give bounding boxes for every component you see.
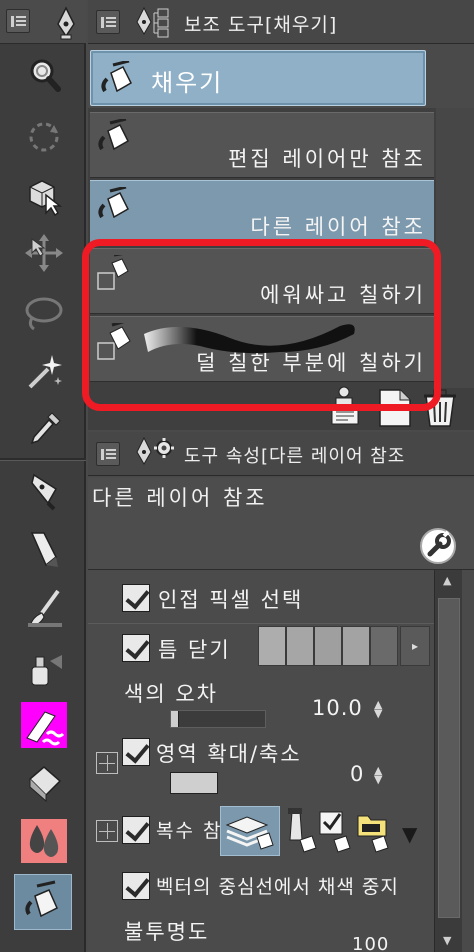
gap-level-2[interactable]: [286, 626, 314, 666]
tool-property-icon: [134, 436, 178, 476]
tool-preset-name: 다른 레이어 참조: [92, 486, 268, 510]
subtool-panel-menu-icon[interactable]: [96, 10, 120, 34]
area-scaling-spinner-icon[interactable]: ▲ ▼: [374, 765, 382, 785]
subtool-panel-header: 보조 도구[채우기]: [88, 0, 474, 44]
refer-selected-layers-icon[interactable]: [316, 808, 354, 860]
eraser-icon[interactable]: [16, 756, 72, 806]
object-select-icon[interactable]: [16, 170, 72, 220]
fill-bucket-icon: [96, 185, 136, 227]
opacity-label: 불투명도: [124, 920, 210, 944]
scroll-up-arrow-icon[interactable]: ▲: [443, 574, 451, 587]
brush-icon[interactable]: [16, 584, 72, 634]
fill-icon[interactable]: [14, 874, 72, 930]
multiple-referencing-label: 복수 참: [156, 820, 223, 842]
subtool-group-label: 채우기: [151, 69, 224, 97]
subtool-group-tab[interactable]: 채우기: [90, 50, 426, 106]
subtool-panel-title: 보조 도구[채우기]: [184, 14, 338, 36]
color-margin-slider[interactable]: [170, 710, 266, 728]
area-scaling-mode-icon[interactable]: [170, 772, 218, 794]
subtool-item-label: 다른 레이어 참조: [250, 215, 426, 239]
gap-level-3[interactable]: [314, 626, 342, 666]
close-gap-label: 틈 닫기: [158, 638, 231, 662]
refer-folder-icon[interactable]: [354, 808, 392, 860]
tool-palette: [0, 0, 86, 952]
tool-property-menu-icon[interactable]: [96, 442, 120, 466]
auto-select-wand-icon[interactable]: [16, 346, 72, 396]
gap-level-4[interactable]: [342, 626, 370, 666]
red-highlight-annotation: [82, 239, 441, 411]
tool-palette-header: [0, 0, 86, 44]
adjacent-pixels-checkbox[interactable]: [122, 584, 150, 612]
area-scaling-label: 영역 확대/축소: [156, 742, 302, 766]
wrench-settings-icon[interactable]: [418, 526, 458, 570]
pencil-icon[interactable]: [16, 524, 72, 574]
multiple-referencing-checkbox[interactable]: [122, 816, 150, 844]
tool-property-title: 도구 속성[다른 레이어 참조: [184, 446, 406, 467]
zoom-icon[interactable]: [16, 50, 72, 100]
gap-level-5[interactable]: [370, 626, 398, 666]
pen-nib-icon: [52, 6, 80, 44]
toolbar-divider: [0, 458, 86, 461]
tool-property-panel-header: 도구 속성[다른 레이어 참조: [88, 432, 474, 476]
pen-icon[interactable]: [16, 466, 72, 516]
close-gap-checkbox[interactable]: [122, 634, 150, 662]
color-margin-label: 색의 오차: [124, 682, 218, 706]
vector-stop-label: 벡터의 중심선에서 채색 중지: [156, 876, 399, 898]
adjacent-pixels-label: 인접 픽셀 선택: [158, 588, 304, 612]
tool-property-scrollbar[interactable]: ▲ ▼: [434, 570, 462, 952]
scroll-thumb[interactable]: [438, 598, 460, 918]
scroll-down-arrow-icon[interactable]: ▼: [443, 934, 451, 947]
subtool-item-label: 편집 레이어만 참조: [228, 147, 426, 171]
prop-adjacent-pixels-row: 인접 픽셀 선택: [88, 574, 434, 624]
color-margin-value[interactable]: 10.0: [312, 696, 363, 720]
decoration-icon[interactable]: [16, 700, 72, 750]
tool-preset-area: 다른 레이어 참조: [88, 478, 474, 570]
refer-reference-layer-icon[interactable]: [282, 808, 320, 860]
multiple-referencing-dropdown-icon[interactable]: ▼: [402, 822, 417, 846]
gap-level-1[interactable]: [258, 626, 286, 666]
refer-all-layers-icon[interactable]: [220, 806, 280, 856]
multiple-referencing-row: 복수 참 ▼: [88, 800, 434, 862]
multiple-referencing-expand-icon[interactable]: [96, 820, 118, 842]
rotate-icon[interactable]: [16, 112, 72, 162]
color-margin-spinner-icon[interactable]: ▲ ▼: [374, 699, 382, 719]
area-scaling-value[interactable]: 0: [350, 762, 364, 786]
fill-bucket-icon: [96, 117, 136, 159]
subtool-item-refer-other-layers[interactable]: 다른 레이어 참조: [90, 180, 434, 246]
opacity-value[interactable]: 100: [352, 934, 389, 952]
eyedropper-icon[interactable]: [16, 404, 72, 454]
subtool-item-edit-layer-only[interactable]: 편집 레이어만 참조: [90, 112, 434, 178]
area-scaling-expand-icon[interactable]: [96, 752, 118, 774]
move-layer-icon[interactable]: [16, 228, 72, 278]
subtool-list-scrollbar[interactable]: [436, 108, 474, 388]
tool-palette-menu-icon[interactable]: [6, 9, 30, 33]
blend-icon[interactable]: [16, 816, 72, 866]
fill-bucket-icon: [99, 59, 139, 101]
subtool-panel-icon: [134, 6, 178, 44]
lasso-icon[interactable]: [16, 288, 72, 338]
vector-stop-checkbox[interactable]: [122, 872, 150, 900]
airbrush-icon[interactable]: [16, 644, 72, 694]
gap-level-expand-arrow-icon[interactable]: ▸: [400, 626, 430, 666]
area-scaling-checkbox[interactable]: [122, 738, 150, 766]
